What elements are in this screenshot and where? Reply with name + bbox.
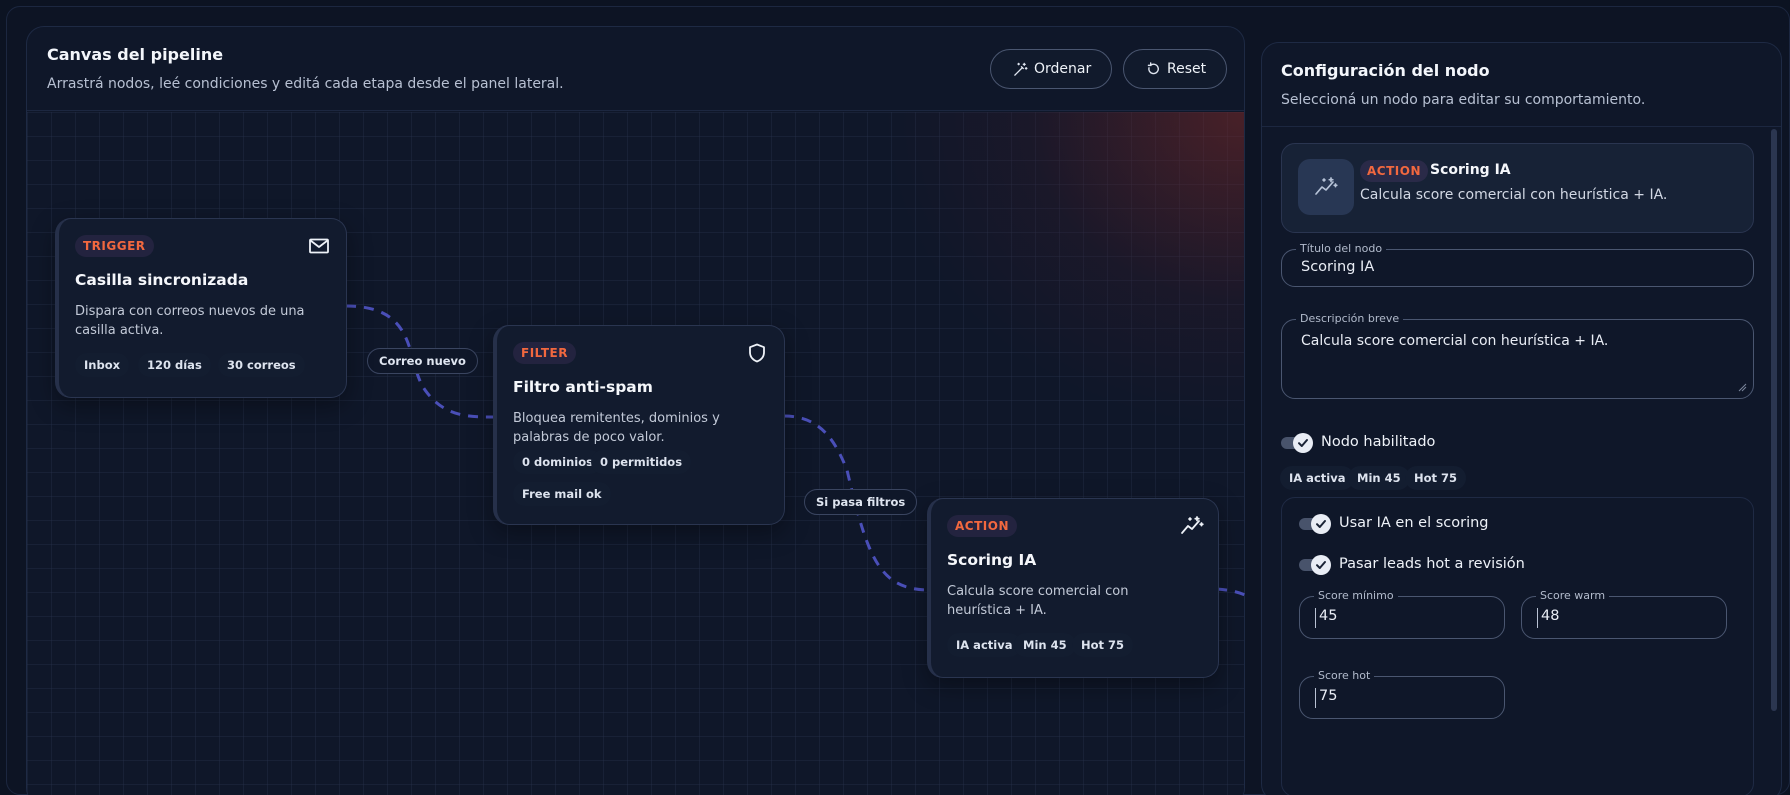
score-warm-value[interactable]: 48 xyxy=(1541,608,1559,624)
canvas-header: Canvas del pipeline Arrastrá nodos, leé … xyxy=(27,27,1244,111)
node-title: Casilla sincronizada xyxy=(75,271,249,289)
config-panel: Configuración del nodo Seleccioná un nod… xyxy=(1261,42,1782,795)
node-type-badge: FILTER xyxy=(513,342,576,364)
order-button[interactable]: Ordenar xyxy=(990,49,1112,89)
text-caret xyxy=(1537,608,1538,628)
config-subtitle: Seleccioná un nodo para editar su compor… xyxy=(1281,92,1646,108)
config-chip: IA activa xyxy=(1280,466,1355,490)
score-min-label: Score mínimo xyxy=(1314,589,1398,602)
node-title-field[interactable]: Título del nodo Scoring IA xyxy=(1281,242,1754,287)
score-hot-value[interactable]: 75 xyxy=(1319,688,1337,704)
score-hot-field[interactable]: Score hot 75 xyxy=(1299,669,1505,719)
scoring-settings-card: Usar IA en el scoring Pasar leads hot a … xyxy=(1281,497,1754,795)
score-min-field[interactable]: Score mínimo 45 xyxy=(1299,589,1505,639)
shield-icon xyxy=(746,342,768,364)
node-title: Filtro anti-spam xyxy=(513,378,653,396)
node-description: Calcula score comercial con heurística +… xyxy=(947,584,1129,618)
node-description-textarea[interactable]: Calcula score comercial con heurística +… xyxy=(1301,331,1741,391)
score-min-value[interactable]: 45 xyxy=(1319,608,1337,624)
magic-wand-icon xyxy=(1013,62,1028,77)
summary-type-badge: ACTION xyxy=(1360,160,1428,182)
canvas-title: Canvas del pipeline xyxy=(47,45,224,64)
use-ai-label: Usar IA en el scoring xyxy=(1339,515,1489,531)
refresh-icon xyxy=(1146,61,1161,77)
node-title-label: Título del nodo xyxy=(1296,242,1387,255)
enabled-toggle-row[interactable]: Nodo habilitado xyxy=(1281,433,1436,453)
order-button-label: Ordenar xyxy=(1034,61,1092,77)
check-icon xyxy=(1311,555,1331,575)
config-header: Configuración del nodo Seleccioná un nod… xyxy=(1262,43,1781,127)
node-title: Scoring IA xyxy=(947,551,1037,569)
node-title-value[interactable]: Scoring IA xyxy=(1301,259,1374,275)
config-chip: Hot 75 xyxy=(1405,466,1467,490)
config-chip-spacer xyxy=(1282,434,1300,458)
node-filter[interactable]: FILTER Filtro anti-spam Bloquea remitent… xyxy=(493,325,785,525)
node-description-label: Descripción breve xyxy=(1296,312,1404,325)
node-chip: Inbox xyxy=(75,353,130,377)
hot-review-toggle[interactable] xyxy=(1299,555,1333,575)
edge-label-passes-filters[interactable]: Si pasa filtros xyxy=(804,489,918,515)
score-hot-label: Score hot xyxy=(1314,669,1375,682)
hot-review-label: Pasar leads hot a revisión xyxy=(1339,556,1525,572)
use-ai-toggle[interactable] xyxy=(1299,514,1333,534)
use-ai-toggle-row[interactable]: Usar IA en el scoring xyxy=(1299,514,1489,534)
node-description: Bloquea remitentes, dominios y palabras … xyxy=(513,411,720,445)
reset-button[interactable]: Reset xyxy=(1123,49,1227,89)
node-description: Dispara con correos nuevos de una casill… xyxy=(75,304,305,338)
node-chip: Min 45 xyxy=(1014,633,1076,657)
text-caret xyxy=(1315,688,1316,708)
node-action[interactable]: ACTION Scoring IA Calcula score comercia… xyxy=(927,498,1219,678)
node-chip: 30 correos xyxy=(218,353,305,377)
summary-description: Calcula score comercial con heurística +… xyxy=(1360,187,1668,203)
score-warm-label: Score warm xyxy=(1536,589,1610,602)
node-chip: 0 dominios xyxy=(513,450,602,474)
node-chip: IA activa xyxy=(947,633,1022,657)
config-chip: Min 45 xyxy=(1348,466,1410,490)
sparkle-chart-icon xyxy=(1180,515,1204,537)
node-trigger[interactable]: TRIGGER Casilla sincronizada Dispara con… xyxy=(55,218,347,398)
hot-review-toggle-row[interactable]: Pasar leads hot a revisión xyxy=(1299,555,1525,575)
mail-icon xyxy=(308,235,330,257)
node-chip: Hot 75 xyxy=(1072,633,1134,657)
node-description-field[interactable]: Descripción breve Calcula score comercia… xyxy=(1281,312,1754,399)
enabled-label: Nodo habilitado xyxy=(1321,434,1436,450)
node-chip: Free mail ok xyxy=(513,482,611,506)
node-chip: 120 días xyxy=(138,353,211,377)
reset-button-label: Reset xyxy=(1167,61,1207,77)
score-warm-field[interactable]: Score warm 48 xyxy=(1521,589,1727,639)
node-type-badge: ACTION xyxy=(947,515,1017,537)
canvas-subtitle: Arrastrá nodos, leé condiciones y editá … xyxy=(47,76,564,92)
config-title: Configuración del nodo xyxy=(1281,61,1490,80)
summary-title: Scoring IA xyxy=(1430,162,1511,178)
sparkle-chart-icon xyxy=(1298,159,1354,215)
node-summary-card: ACTION Scoring IA Calcula score comercia… xyxy=(1281,143,1754,233)
text-caret xyxy=(1315,608,1316,628)
check-icon xyxy=(1311,514,1331,534)
node-type-badge: TRIGGER xyxy=(75,235,154,257)
config-scrollbar[interactable] xyxy=(1771,129,1777,711)
node-chip: 0 permitidos xyxy=(591,450,692,474)
edge-label-new-mail[interactable]: Correo nuevo xyxy=(367,348,478,374)
resize-grip-icon[interactable] xyxy=(1738,383,1747,392)
